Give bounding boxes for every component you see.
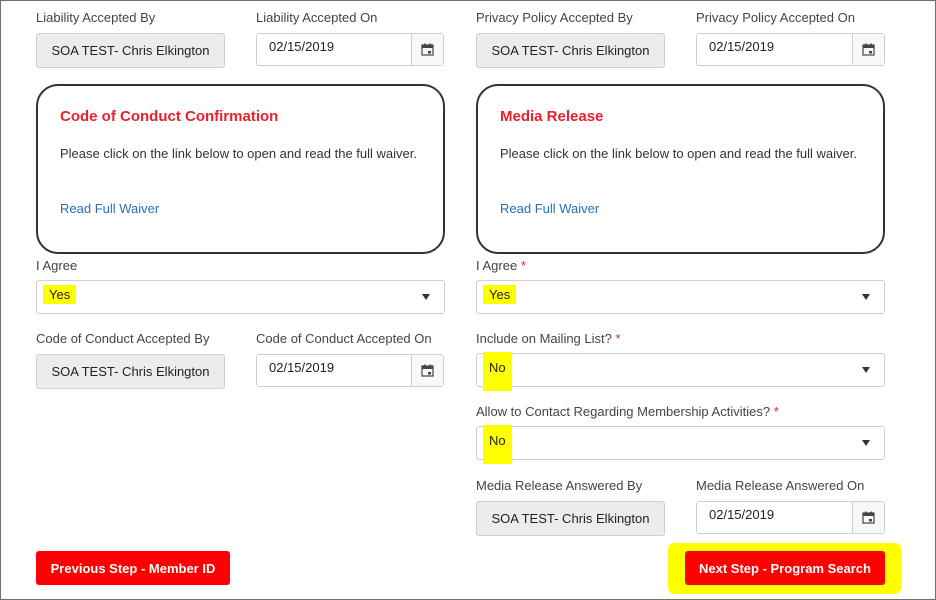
required-marker: *: [520, 258, 526, 273]
media-release-text: Please click on the link below to open a…: [500, 146, 857, 161]
coc-agree-label: I Agree: [36, 258, 78, 273]
calendar-icon[interactable]: [411, 355, 443, 386]
contact-membership-label: Allow to Contact Regarding Membership Ac…: [476, 404, 779, 419]
privacy-accepted-on-label: Privacy Policy Accepted On: [696, 10, 855, 25]
code-of-conduct-text: Please click on the link below to open a…: [60, 146, 417, 161]
media-release-read-waiver-link[interactable]: Read Full Waiver: [500, 201, 599, 216]
chevron-down-icon: [862, 367, 870, 373]
media-release-card: Media Release Please click on the link b…: [476, 84, 885, 254]
coc-accepted-by-field: SOA TEST- Chris Elkington: [36, 354, 225, 389]
privacy-accepted-on-value: 02/15/2019: [709, 39, 775, 54]
chevron-down-icon: [422, 294, 430, 300]
media-answered-by-field: SOA TEST- Chris Elkington: [476, 501, 665, 536]
liability-accepted-by-label: Liability Accepted By: [36, 10, 156, 25]
calendar-icon[interactable]: [411, 34, 443, 65]
calendar-icon[interactable]: [852, 502, 884, 533]
code-of-conduct-read-waiver-link[interactable]: Read Full Waiver: [60, 201, 159, 216]
media-agree-value: Yes: [483, 285, 517, 304]
calendar-icon[interactable]: [852, 34, 884, 65]
coc-agree-select[interactable]: Yes: [36, 280, 445, 314]
liability-accepted-on-value: 02/15/2019: [269, 39, 335, 54]
media-agree-label-text: I Agree: [476, 258, 518, 273]
media-answered-on-label: Media Release Answered On: [696, 478, 865, 493]
media-release-title: Media Release: [500, 108, 604, 125]
liability-accepted-on-label: Liability Accepted On: [256, 10, 378, 25]
media-agree-select[interactable]: Yes: [476, 280, 885, 314]
mailing-list-value: No: [483, 352, 512, 391]
next-step-button[interactable]: Next Step - Program Search: [685, 551, 885, 585]
liability-accepted-on-field[interactable]: 02/15/2019: [256, 33, 444, 66]
privacy-accepted-on-field[interactable]: 02/15/2019: [696, 33, 885, 66]
mailing-list-select[interactable]: No: [476, 352, 885, 391]
coc-accepted-on-field[interactable]: 02/15/2019: [256, 354, 444, 387]
coc-accepted-on-value: 02/15/2019: [269, 360, 335, 375]
mailing-list-label-text: Include on Mailing List?: [476, 331, 612, 346]
contact-membership-label-text: Allow to Contact Regarding Membership Ac…: [476, 404, 771, 419]
required-marker: *: [773, 404, 779, 419]
coc-accepted-by-label: Code of Conduct Accepted By: [36, 331, 210, 346]
code-of-conduct-title: Code of Conduct Confirmation: [60, 108, 279, 125]
contact-membership-value: No: [483, 425, 512, 464]
privacy-accepted-by-field: SOA TEST- Chris Elkington: [476, 33, 665, 68]
previous-step-button[interactable]: Previous Step - Member ID: [36, 551, 230, 585]
media-agree-label: I Agree *: [476, 258, 526, 273]
privacy-accepted-by-label: Privacy Policy Accepted By: [476, 10, 633, 25]
mailing-list-label: Include on Mailing List? *: [476, 331, 621, 346]
liability-accepted-by-field: SOA TEST- Chris Elkington: [36, 33, 225, 68]
code-of-conduct-card: Code of Conduct Confirmation Please clic…: [36, 84, 445, 254]
coc-agree-value: Yes: [43, 285, 77, 304]
media-answered-by-label: Media Release Answered By: [476, 478, 643, 493]
chevron-down-icon: [862, 294, 870, 300]
coc-accepted-on-label: Code of Conduct Accepted On: [256, 331, 432, 346]
media-answered-on-field[interactable]: 02/15/2019: [696, 501, 885, 534]
media-answered-on-value: 02/15/2019: [709, 507, 775, 522]
required-marker: *: [615, 331, 621, 346]
chevron-down-icon: [862, 440, 870, 446]
contact-membership-select[interactable]: No: [476, 425, 885, 464]
